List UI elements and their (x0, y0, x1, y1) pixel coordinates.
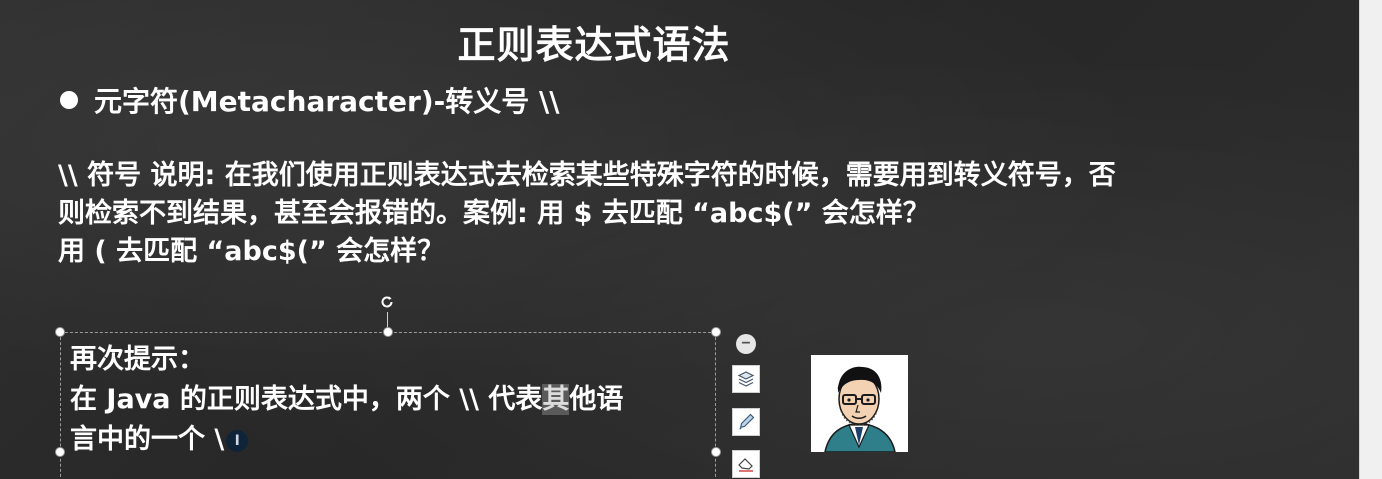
eraser-button[interactable] (732, 450, 760, 478)
resize-handle-middle-left[interactable] (55, 447, 65, 457)
layers-icon (737, 371, 755, 387)
resize-handle-top-left[interactable] (55, 327, 65, 337)
hint-line-3: 言中的一个 \ I (70, 420, 715, 460)
teacher-portrait-icon (811, 355, 908, 452)
bullet-text: 元字符(Metacharacter)-转义号 \\ (94, 85, 560, 118)
pen-button[interactable] (732, 408, 760, 436)
layers-button[interactable] (732, 365, 760, 393)
hint-line-2-end: 他语 (569, 384, 624, 415)
bullet-dot-icon (60, 91, 78, 109)
description-line-3: 用 ( 去匹配 “abc$(” 会怎样？ (58, 236, 445, 267)
hint-line-2: 在 Java 的正则表达式中，两个 \\ 代表其他语 (70, 380, 715, 420)
teacher-avatar-image (811, 355, 908, 452)
hint-line-2-start: 在 Java 的正则表达式中，两个 \\ 代表 (70, 384, 543, 415)
description-line-1: \\ 符号 说明: 在我们使用正则表达式去检索某些特殊字符的时候，需要用到转义符… (58, 160, 1116, 191)
hint-line-1: 再次提示： (70, 344, 205, 375)
hint-text-box[interactable]: 再次提示： 在 Java 的正则表达式中，两个 \\ 代表其他语 言中的一个 \… (70, 340, 715, 460)
eraser-icon (738, 458, 753, 472)
text-cursor-icon: I (226, 429, 249, 452)
hint-line-3-text: 言中的一个 \ (70, 424, 225, 455)
slide-canvas: 正则表达式语法 元字符(Metacharacter)-转义号 \\ \\ 符号 … (0, 0, 1382, 479)
resize-handle-top-right[interactable] (711, 327, 721, 337)
description-line-2: 则检索不到结果，甚至会报错的。案例: 用 $ 去匹配 “abc$(” 会怎样？ (58, 198, 930, 229)
description-text: \\ 符号 说明: 在我们使用正则表达式去检索某些特殊字符的时候，需要用到转义符… (58, 157, 1298, 271)
highlighted-char: 其 (542, 384, 570, 415)
minus-icon[interactable]: − (736, 334, 756, 354)
window-scroll-gutter (1359, 0, 1382, 479)
bullet-line: 元字符(Metacharacter)-转义号 \\ (60, 80, 559, 120)
resize-handle-top-center[interactable] (383, 327, 393, 337)
slide-title: 正则表达式语法 (457, 23, 731, 67)
rotate-handle-icon[interactable] (377, 294, 397, 314)
pen-icon (739, 413, 755, 430)
